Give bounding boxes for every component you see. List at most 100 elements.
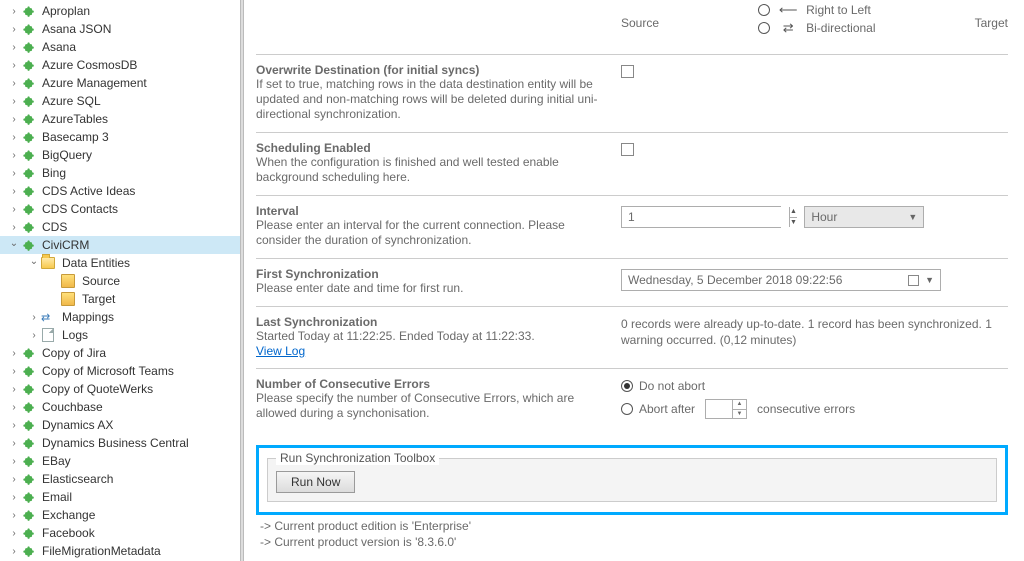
errors-count-spinner[interactable]: ▲▼ bbox=[705, 399, 747, 419]
tree-item[interactable]: Copy of Jira bbox=[0, 344, 240, 362]
tree-item[interactable]: Aproplan bbox=[0, 2, 240, 20]
puzzle-icon bbox=[20, 471, 36, 487]
tree-item-label: Bing bbox=[40, 166, 66, 180]
chevron-right-icon[interactable] bbox=[8, 492, 20, 503]
tree-item[interactable]: Copy of Microsoft Teams bbox=[0, 362, 240, 380]
tree-item[interactable]: Elasticsearch bbox=[0, 470, 240, 488]
interval-input[interactable] bbox=[622, 207, 789, 227]
tree-item-label: CDS bbox=[40, 220, 67, 234]
tree-item[interactable]: Copy of QuoteWerks bbox=[0, 380, 240, 398]
tree-item[interactable]: CDS Contacts bbox=[0, 200, 240, 218]
chevron-right-icon[interactable] bbox=[8, 150, 20, 161]
tree-item[interactable]: Email bbox=[0, 488, 240, 506]
chevron-right-icon[interactable] bbox=[8, 420, 20, 431]
tree-item[interactable]: CDS bbox=[0, 218, 240, 236]
tree-item[interactable]: Exchange bbox=[0, 506, 240, 524]
tree-item[interactable]: Asana JSON bbox=[0, 20, 240, 38]
puzzle-icon bbox=[20, 417, 36, 433]
puzzle-icon bbox=[20, 147, 36, 163]
tree-item[interactable]: Couchbase bbox=[0, 398, 240, 416]
tree-item[interactable]: Azure CosmosDB bbox=[0, 56, 240, 74]
tree-item-label: FileMigrationMetadata bbox=[40, 544, 161, 558]
puzzle-icon bbox=[20, 165, 36, 181]
tree-item[interactable]: EBay bbox=[0, 452, 240, 470]
tree-item[interactable]: Basecamp 3 bbox=[0, 128, 240, 146]
chevron-right-icon[interactable] bbox=[8, 186, 20, 197]
chevron-right-icon[interactable] bbox=[8, 456, 20, 467]
chevron-down-icon[interactable] bbox=[8, 240, 20, 251]
chevron-right-icon[interactable] bbox=[8, 24, 20, 35]
tree-item[interactable]: Data Entities bbox=[0, 254, 240, 272]
tree-item[interactable]: Source bbox=[0, 272, 240, 290]
errors-noabort-radio[interactable] bbox=[621, 380, 633, 392]
tree-item[interactable]: Target bbox=[0, 290, 240, 308]
chevron-right-icon[interactable] bbox=[8, 222, 20, 233]
chevron-right-icon[interactable] bbox=[8, 168, 20, 179]
chevron-right-icon[interactable] bbox=[8, 6, 20, 17]
scheduling-checkbox[interactable] bbox=[621, 143, 634, 156]
tree-item-label: Copy of QuoteWerks bbox=[40, 382, 153, 396]
tree-item[interactable]: CiviCRM bbox=[0, 236, 240, 254]
chevron-right-icon[interactable] bbox=[8, 510, 20, 521]
firstsync-enable-check[interactable] bbox=[908, 275, 919, 286]
tree-item[interactable]: AzureTables bbox=[0, 110, 240, 128]
interval-spinner[interactable]: ▲▼ bbox=[621, 206, 781, 228]
view-log-link[interactable]: View Log bbox=[256, 344, 305, 358]
chevron-right-icon[interactable] bbox=[28, 312, 40, 323]
firstsync-value: Wednesday, 5 December 2018 09:22:56 bbox=[628, 273, 842, 287]
tree-item[interactable]: Bing bbox=[0, 164, 240, 182]
tree-item-label: AzureTables bbox=[40, 112, 108, 126]
chevron-right-icon[interactable] bbox=[8, 78, 20, 89]
tree-item[interactable]: BigQuery bbox=[0, 146, 240, 164]
errors-abort-radio[interactable] bbox=[621, 403, 633, 415]
chevron-right-icon[interactable] bbox=[8, 204, 20, 215]
tree-item-label: Copy of Jira bbox=[40, 346, 106, 360]
chevron-right-icon[interactable] bbox=[8, 348, 20, 359]
puzzle-icon bbox=[20, 219, 36, 235]
tree-item[interactable]: Azure SQL bbox=[0, 92, 240, 110]
spin-up-icon[interactable]: ▲ bbox=[790, 207, 797, 218]
chevron-right-icon[interactable] bbox=[8, 114, 20, 125]
chevron-right-icon[interactable] bbox=[28, 330, 40, 341]
puzzle-icon bbox=[20, 381, 36, 397]
output-log: -> Current product edition is 'Enterpris… bbox=[256, 519, 1008, 550]
direction-bidi-radio[interactable] bbox=[758, 22, 770, 34]
run-toolbox-highlight: Run Synchronization Toolbox Run Now bbox=[256, 445, 1008, 515]
chevron-right-icon[interactable] bbox=[8, 528, 20, 539]
calendar-dropdown-icon[interactable]: ▼ bbox=[925, 275, 934, 285]
chevron-right-icon[interactable] bbox=[8, 384, 20, 395]
interval-unit-dropdown[interactable]: Hour ▼ bbox=[804, 206, 924, 228]
chevron-right-icon[interactable] bbox=[8, 42, 20, 53]
chevron-right-icon[interactable] bbox=[8, 474, 20, 485]
tree-item[interactable]: Facebook bbox=[0, 524, 240, 542]
tree-item[interactable]: CDS Active Ideas bbox=[0, 182, 240, 200]
chevron-right-icon[interactable] bbox=[8, 402, 20, 413]
chevron-right-icon[interactable] bbox=[8, 96, 20, 107]
tree-item[interactable]: Dynamics Business Central bbox=[0, 434, 240, 452]
firstsync-datetime[interactable]: Wednesday, 5 December 2018 09:22:56 ▼ bbox=[621, 269, 941, 291]
tree-item[interactable]: Asana bbox=[0, 38, 240, 56]
tree-item[interactable]: Azure Management bbox=[0, 74, 240, 92]
chevron-right-icon[interactable] bbox=[8, 438, 20, 449]
tree-item-label: Exchange bbox=[40, 508, 95, 522]
chevron-down-icon[interactable] bbox=[28, 258, 40, 269]
spin-down-icon[interactable]: ▼ bbox=[733, 410, 746, 419]
spin-down-icon[interactable]: ▼ bbox=[790, 218, 797, 228]
run-now-button[interactable]: Run Now bbox=[276, 471, 355, 493]
chevron-right-icon[interactable] bbox=[8, 60, 20, 71]
overwrite-checkbox[interactable] bbox=[621, 65, 634, 78]
tree-item[interactable]: Dynamics AX bbox=[0, 416, 240, 434]
chevron-down-icon: ▼ bbox=[908, 212, 917, 222]
interval-desc: Please enter an interval for the current… bbox=[256, 218, 601, 248]
chevron-right-icon[interactable] bbox=[8, 132, 20, 143]
chevron-right-icon[interactable] bbox=[8, 366, 20, 377]
connection-tree[interactable]: AproplanAsana JSONAsanaAzure CosmosDBAzu… bbox=[0, 0, 240, 561]
chevron-right-icon[interactable] bbox=[8, 546, 20, 557]
puzzle-icon bbox=[20, 363, 36, 379]
direction-rtl-radio[interactable] bbox=[758, 4, 770, 16]
tree-item[interactable]: FileMigrationMetadata bbox=[0, 542, 240, 560]
tree-item[interactable]: Logs bbox=[0, 326, 240, 344]
spin-up-icon[interactable]: ▲ bbox=[733, 400, 746, 410]
tree-item[interactable]: Mappings bbox=[0, 308, 240, 326]
page-icon bbox=[40, 327, 56, 343]
